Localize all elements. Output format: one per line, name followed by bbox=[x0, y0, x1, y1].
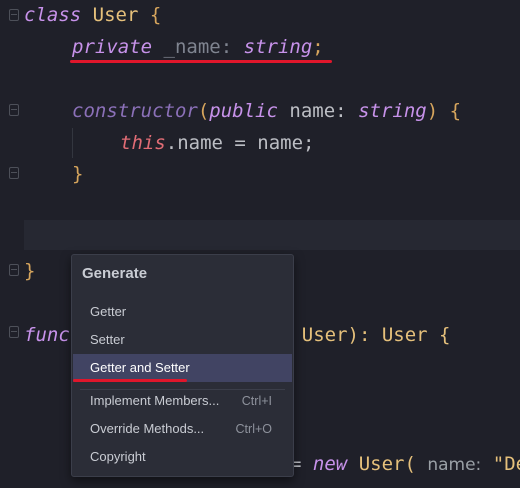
current-line-highlight bbox=[0, 220, 520, 250]
code-line-5[interactable]: this.name = name; bbox=[120, 128, 314, 158]
indent-guide bbox=[72, 128, 73, 158]
menu-item-setter[interactable]: Setter bbox=[73, 326, 292, 354]
code-line-8[interactable]: } bbox=[24, 256, 35, 286]
red-underline-annotation bbox=[73, 379, 187, 382]
red-underline-annotation bbox=[70, 60, 332, 63]
menu-item-getter[interactable]: Getter bbox=[73, 298, 292, 326]
code-line-2[interactable]: private _name: string; bbox=[72, 32, 324, 62]
popup-title: Generate bbox=[82, 265, 148, 282]
code-line-4[interactable]: constructor(public name: string) { bbox=[72, 96, 461, 126]
menu-item-override-methods[interactable]: Override Methods... Ctrl+O bbox=[73, 415, 292, 443]
fold-toggle-icon[interactable] bbox=[9, 326, 19, 338]
fold-toggle-icon[interactable] bbox=[9, 264, 19, 276]
code-line-6[interactable]: } bbox=[72, 159, 83, 189]
code-line-1[interactable]: class User { bbox=[24, 0, 161, 30]
menu-item-copyright[interactable]: Copyright bbox=[73, 443, 292, 471]
fold-toggle-icon[interactable] bbox=[9, 104, 19, 116]
code-line-14[interactable]: = new User( name: "De bbox=[290, 449, 520, 479]
gutter bbox=[0, 0, 24, 488]
fold-toggle-icon[interactable] bbox=[9, 167, 19, 179]
generate-popup: Generate Getter Setter Getter and Setter… bbox=[71, 254, 294, 477]
code-line-10[interactable]: func bbox=[24, 320, 70, 350]
menu-item-implement-members[interactable]: Implement Members... Ctrl+I bbox=[73, 387, 292, 415]
menu-item-getter-and-setter[interactable]: Getter and Setter bbox=[73, 354, 292, 382]
fold-toggle-icon[interactable] bbox=[9, 9, 19, 21]
